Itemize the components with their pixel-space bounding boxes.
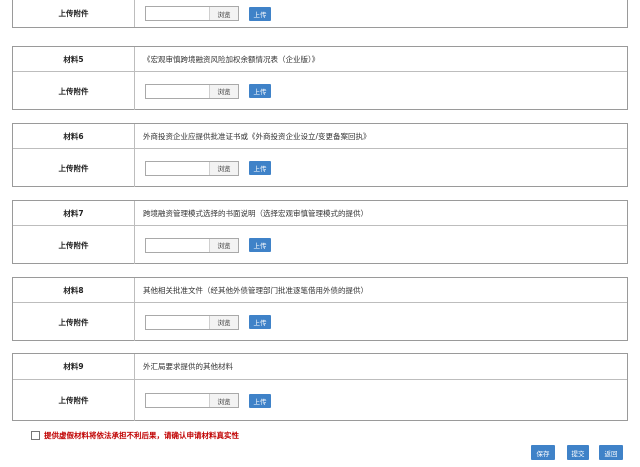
upload-button[interactable]: 上传 bbox=[249, 315, 271, 329]
declaration-notice: 提供虚假材料将依法承担不利后果，请确认申请材料真实性 bbox=[31, 430, 239, 441]
material-block-9: 材料9 外汇局要求提供的其他材料 上传附件 浏览 上传 bbox=[12, 353, 628, 421]
material-description: 《宏观审慎跨境融资风险加权余额情况表（企业版）》 bbox=[143, 54, 320, 64]
material-description: 跨境融资管理模式选择的书面说明（选择宏观审慎管理模式的提供） bbox=[143, 208, 368, 218]
material-header-row: 材料6 外商投资企业应提供批准证书或《外商投资企业设立/变更备案回执》 bbox=[13, 124, 627, 148]
material-label: 材料9 bbox=[13, 354, 135, 379]
browse-button[interactable]: 浏览 bbox=[209, 238, 238, 252]
material-block-5: 材料5 《宏观审慎跨境融资风险加权余额情况表（企业版）》 上传附件 浏览 上传 bbox=[12, 46, 628, 110]
material-label: 材料6 bbox=[13, 124, 135, 148]
file-input[interactable]: 浏览 bbox=[145, 393, 239, 408]
material-label: 材料8 bbox=[13, 278, 135, 302]
file-input[interactable]: 浏览 bbox=[145, 314, 239, 330]
browse-button[interactable]: 浏览 bbox=[209, 7, 238, 20]
declaration-checkbox[interactable] bbox=[31, 431, 40, 440]
declaration-text: 提供虚假材料将依法承担不利后果，请确认申请材料真实性 bbox=[44, 431, 239, 440]
upload-button[interactable]: 上传 bbox=[249, 6, 271, 21]
upload-label: 上传附件 bbox=[13, 0, 135, 27]
upload-label: 上传附件 bbox=[13, 303, 135, 341]
material-description: 其他相关批准文件（经其他外债管理部门批准逐笔借用外债的提供） bbox=[143, 285, 368, 295]
upload-button[interactable]: 上传 bbox=[249, 84, 271, 98]
file-input[interactable]: 浏览 bbox=[145, 237, 239, 253]
upload-row: 上传附件 浏览 上传 bbox=[13, 0, 627, 27]
file-input[interactable]: 浏览 bbox=[145, 83, 239, 99]
browse-button[interactable]: 浏览 bbox=[209, 161, 238, 175]
material-block-partial: 上传附件 浏览 上传 bbox=[12, 0, 628, 28]
material-block-7: 材料7 跨境融资管理模式选择的书面说明（选择宏观审慎管理模式的提供） 上传附件 … bbox=[12, 200, 628, 264]
upload-row: 上传附件 浏览 上传 bbox=[13, 379, 627, 421]
material-header-row: 材料5 《宏观审慎跨境融资风险加权余额情况表（企业版）》 bbox=[13, 47, 627, 71]
upload-label: 上传附件 bbox=[13, 72, 135, 110]
back-button[interactable]: 返回 bbox=[599, 445, 623, 460]
material-header-row: 材料8 其他相关批准文件（经其他外债管理部门批准逐笔借用外债的提供） bbox=[13, 278, 627, 302]
upload-row: 上传附件 浏览 上传 bbox=[13, 225, 627, 264]
file-input[interactable]: 浏览 bbox=[145, 160, 239, 176]
upload-label: 上传附件 bbox=[13, 380, 135, 421]
save-button[interactable]: 保存 bbox=[531, 445, 555, 460]
browse-button[interactable]: 浏览 bbox=[209, 394, 238, 407]
file-input[interactable]: 浏览 bbox=[145, 6, 239, 21]
submit-button[interactable]: 提交 bbox=[567, 445, 589, 460]
material-description: 外商投资企业应提供批准证书或《外商投资企业设立/变更备案回执》 bbox=[143, 131, 371, 141]
browse-button[interactable]: 浏览 bbox=[209, 84, 238, 98]
upload-label: 上传附件 bbox=[13, 226, 135, 264]
upload-button[interactable]: 上传 bbox=[249, 161, 271, 175]
upload-button[interactable]: 上传 bbox=[249, 238, 271, 252]
upload-row: 上传附件 浏览 上传 bbox=[13, 148, 627, 187]
material-label: 材料5 bbox=[13, 47, 135, 71]
upload-row: 上传附件 浏览 上传 bbox=[13, 302, 627, 341]
material-header-row: 材料7 跨境融资管理模式选择的书面说明（选择宏观审慎管理模式的提供） bbox=[13, 201, 627, 225]
browse-button[interactable]: 浏览 bbox=[209, 315, 238, 329]
upload-row: 上传附件 浏览 上传 bbox=[13, 71, 627, 110]
material-block-8: 材料8 其他相关批准文件（经其他外债管理部门批准逐笔借用外债的提供） 上传附件 … bbox=[12, 277, 628, 341]
material-header-row: 材料9 外汇局要求提供的其他材料 bbox=[13, 354, 627, 379]
upload-label: 上传附件 bbox=[13, 149, 135, 187]
material-description: 外汇局要求提供的其他材料 bbox=[143, 362, 233, 371]
upload-button[interactable]: 上传 bbox=[249, 393, 271, 408]
material-block-6: 材料6 外商投资企业应提供批准证书或《外商投资企业设立/变更备案回执》 上传附件… bbox=[12, 123, 628, 187]
material-label: 材料7 bbox=[13, 201, 135, 225]
